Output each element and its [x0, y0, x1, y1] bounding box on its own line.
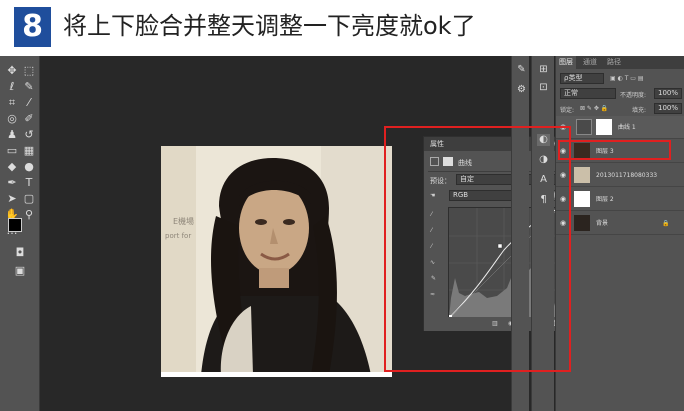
layers-tabs: 图层 通道 路径	[556, 56, 684, 69]
layer-name: 2013011718080333	[596, 172, 658, 179]
color-icon[interactable]: ⊞	[537, 64, 550, 76]
layer-name: 图层 2	[596, 196, 614, 203]
layer-name: 曲线 1	[618, 124, 636, 131]
move-tool-icon[interactable]: ✥	[4, 64, 20, 78]
quick-select-tool-icon[interactable]: ✎	[21, 80, 37, 94]
layer-row-photo[interactable]: ◉ 2013011718080333	[556, 164, 684, 187]
clone-source-icon[interactable]: ⚙	[515, 84, 528, 96]
layer-row-curves[interactable]: ◉ 曲线 1	[556, 116, 684, 139]
layer-name: 背景	[596, 220, 609, 227]
layer-highlight	[558, 140, 671, 160]
step-number-badge: 8	[14, 7, 51, 47]
marquee-tool-icon[interactable]: ⬚	[21, 64, 37, 78]
layer-thumb	[574, 167, 590, 183]
blend-mode-dropdown[interactable]: 正常	[560, 88, 616, 99]
layer-thumb	[574, 191, 590, 207]
tools-panel: ✥ ⬚ ℓ ✎ ⌗ ⁄ ◎ ✐ ♟ ↺ ▭ ▦ ◆ ● ✒ T ➤ ▢ ✋ ⚲ …	[0, 56, 40, 411]
layers-panel: 图层 通道 路径 ρ类型 ▣ ◐ T ▭ ▤ 正常 不透明度: 100% 锁定:…	[555, 56, 684, 411]
crop-tool-icon[interactable]: ⌗	[4, 96, 20, 110]
brush-tool-icon[interactable]: ✐	[21, 112, 37, 126]
path-select-tool-icon[interactable]: ➤	[4, 192, 20, 206]
kind-filter-dropdown[interactable]: ρ类型	[560, 73, 604, 84]
fill-label: 填充:	[632, 107, 647, 114]
svg-text:E機場: E機場	[173, 216, 194, 226]
curves-thumb-icon	[576, 119, 592, 135]
healing-tool-icon[interactable]: ◎	[4, 112, 20, 126]
quick-mask-icon[interactable]: ◘	[12, 246, 28, 260]
history-brush-icon[interactable]: ↺	[21, 128, 37, 142]
screen-mode-icon[interactable]: ▣	[12, 264, 28, 278]
layer-row-2[interactable]: ◉ 图层 2	[556, 188, 684, 211]
layer-row-background[interactable]: ◉ 背景 🔒	[556, 212, 684, 235]
tab-paths[interactable]: 路径	[604, 56, 624, 69]
shape-tool-icon[interactable]: ▢	[21, 192, 37, 206]
step-title: 将上下脸合并整天调整一下亮度就ok了	[63, 12, 476, 40]
tab-layers[interactable]: 图层	[556, 56, 576, 69]
dodge-tool-icon[interactable]: ●	[21, 160, 37, 174]
gradient-tool-icon[interactable]: ▦	[21, 144, 37, 158]
zoom-tool-icon[interactable]: ⚲	[21, 208, 37, 222]
lock-label: 锁定:	[560, 107, 575, 114]
layer-mask-thumb	[596, 119, 612, 135]
tutorial-banner: 8 将上下脸合并整天调整一下亮度就ok了	[0, 0, 684, 56]
tab-channels[interactable]: 通道	[580, 56, 600, 69]
swatches-icon[interactable]: ⊡	[537, 82, 550, 94]
properties-highlight	[384, 126, 571, 372]
opacity-input[interactable]: 100%	[654, 88, 682, 99]
photoshop-window: ✥ ⬚ ℓ ✎ ⌗ ⁄ ◎ ✐ ♟ ↺ ▭ ▦ ◆ ● ✒ T ➤ ▢ ✋ ⚲ …	[0, 56, 684, 411]
brush-preset-icon[interactable]: ✎	[515, 64, 528, 76]
opacity-label: 不透明度:	[620, 92, 647, 99]
pen-tool-icon[interactable]: ✒	[4, 176, 20, 190]
foreground-color-swatch[interactable]	[8, 218, 22, 232]
document-canvas[interactable]: E機場 port for 属性 »≡ 曲线 预设： 自定 ☚ RGB 自动 ⁄ …	[41, 66, 571, 411]
portrait-image: E機場 port for	[161, 146, 392, 375]
layer-thumb	[574, 215, 590, 231]
type-tool-icon[interactable]: T	[21, 176, 37, 190]
filter-icons[interactable]: ▣ ◐ T ▭ ▤	[610, 75, 644, 82]
stamp-tool-icon[interactable]: ♟	[4, 128, 20, 142]
eraser-tool-icon[interactable]: ▭	[4, 144, 20, 158]
svg-text:port for: port for	[165, 232, 191, 240]
lock-icons[interactable]: ⊠ ✎ ✥ 🔒	[580, 105, 608, 112]
fill-input[interactable]: 100%	[654, 103, 682, 114]
lock-icon: 🔒	[662, 220, 670, 227]
lasso-tool-icon[interactable]: ℓ	[4, 80, 20, 94]
canvas-bottom-edge	[161, 372, 392, 377]
eyedropper-tool-icon[interactable]: ⁄	[21, 96, 37, 110]
blur-tool-icon[interactable]: ◆	[4, 160, 20, 174]
